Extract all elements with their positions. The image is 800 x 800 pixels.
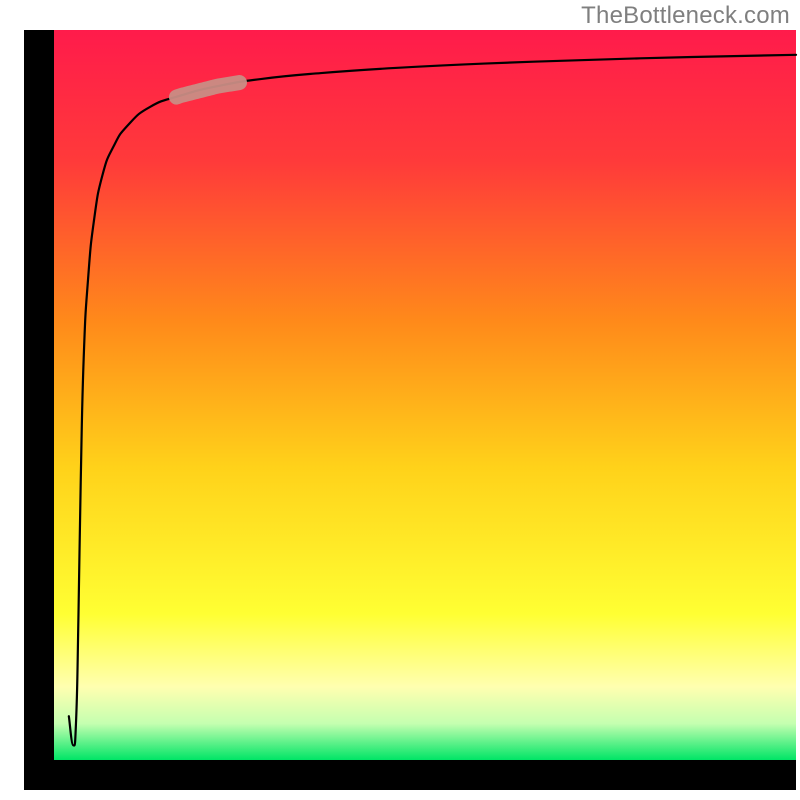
chart-background-gradient bbox=[54, 30, 796, 760]
axis-bottom-bar bbox=[24, 760, 796, 790]
attribution-label: TheBottleneck.com bbox=[581, 2, 790, 30]
axis-left-bar bbox=[24, 30, 54, 790]
bottleneck-chart bbox=[0, 0, 800, 800]
chart-container: TheBottleneck.com bbox=[0, 0, 800, 800]
